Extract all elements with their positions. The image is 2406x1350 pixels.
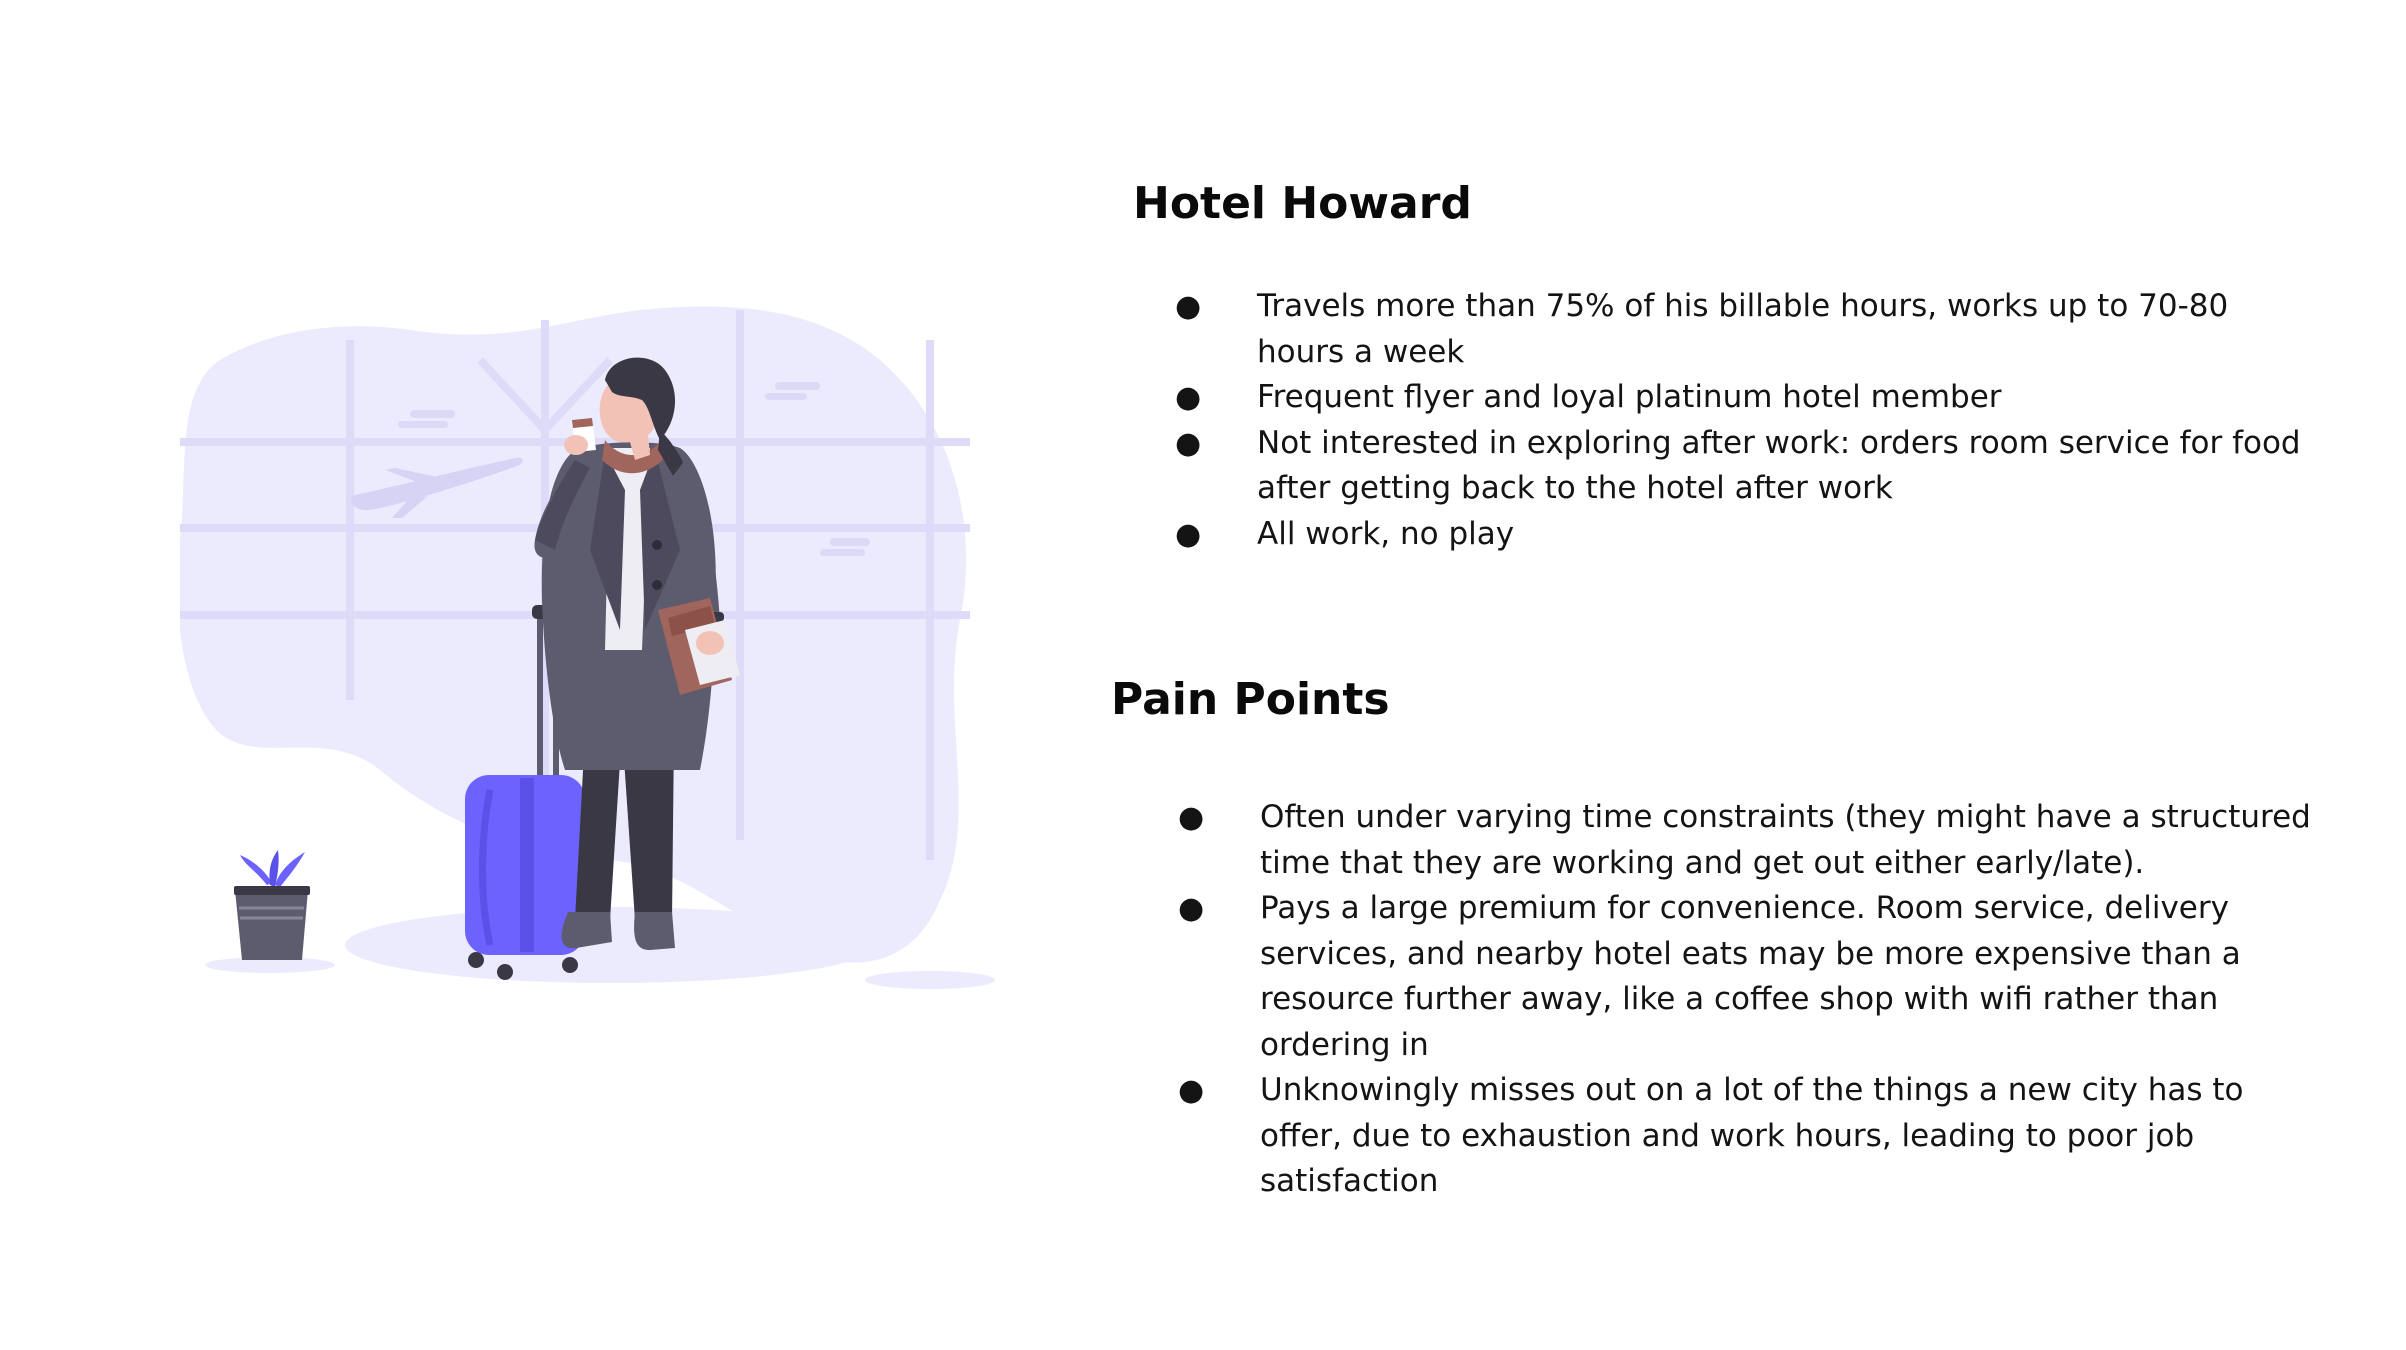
list-item: ● Not interested in exploring after work:… [1175, 421, 2315, 512]
persona-title: Hotel Howard [1133, 178, 1472, 229]
bullet-icon: ● [1178, 800, 1205, 835]
bullet-icon: ● [1175, 380, 1202, 415]
traveler-illustration [180, 306, 995, 989]
bullet-text: Frequent flyer and loyal platinum hotel … [1257, 379, 2002, 415]
list-item: ● Often under varying time constraints (t… [1178, 795, 2318, 886]
bullet-icon: ● [1175, 289, 1202, 324]
bullet-text: All work, no play [1257, 515, 1515, 552]
list-item: ● Travels more than 75% of his billable h… [1175, 284, 2315, 375]
bullet-icon: ● [1178, 891, 1205, 926]
bullet-text: Pays a large premium for convenience. Ro… [1260, 890, 2241, 1063]
bullet-icon: ● [1178, 1073, 1205, 1108]
potted-plant-icon [234, 850, 310, 960]
bullet-text: Unknowingly misses out on a lot of the t… [1260, 1072, 2244, 1199]
pain-points-title: Pain Points [1111, 674, 1390, 725]
bullet-text: Often under varying time constraints (th… [1260, 799, 2311, 881]
list-item: ● Pays a large premium for convenience. R… [1178, 886, 2318, 1068]
bullet-text: Travels more than 75% of his billable ho… [1257, 288, 2229, 370]
pain-points-bullet-list: ● Often under varying time constraints (t… [1178, 795, 2318, 1205]
bullet-icon: ● [1175, 516, 1202, 552]
persona-bullet-list: ● Travels more than 75% of his billable h… [1175, 284, 2315, 557]
floor-shadow-right [865, 971, 995, 989]
bullet-icon: ● [1175, 425, 1202, 461]
list-item: ● All work, no play [1175, 512, 2315, 558]
bullet-text: Not interested in exploring after work: … [1257, 424, 2301, 507]
list-item: ● Frequent flyer and loyal platinum hotel… [1175, 375, 2315, 421]
list-item: ● Unknowingly misses out on a lot of the … [1178, 1068, 2318, 1205]
